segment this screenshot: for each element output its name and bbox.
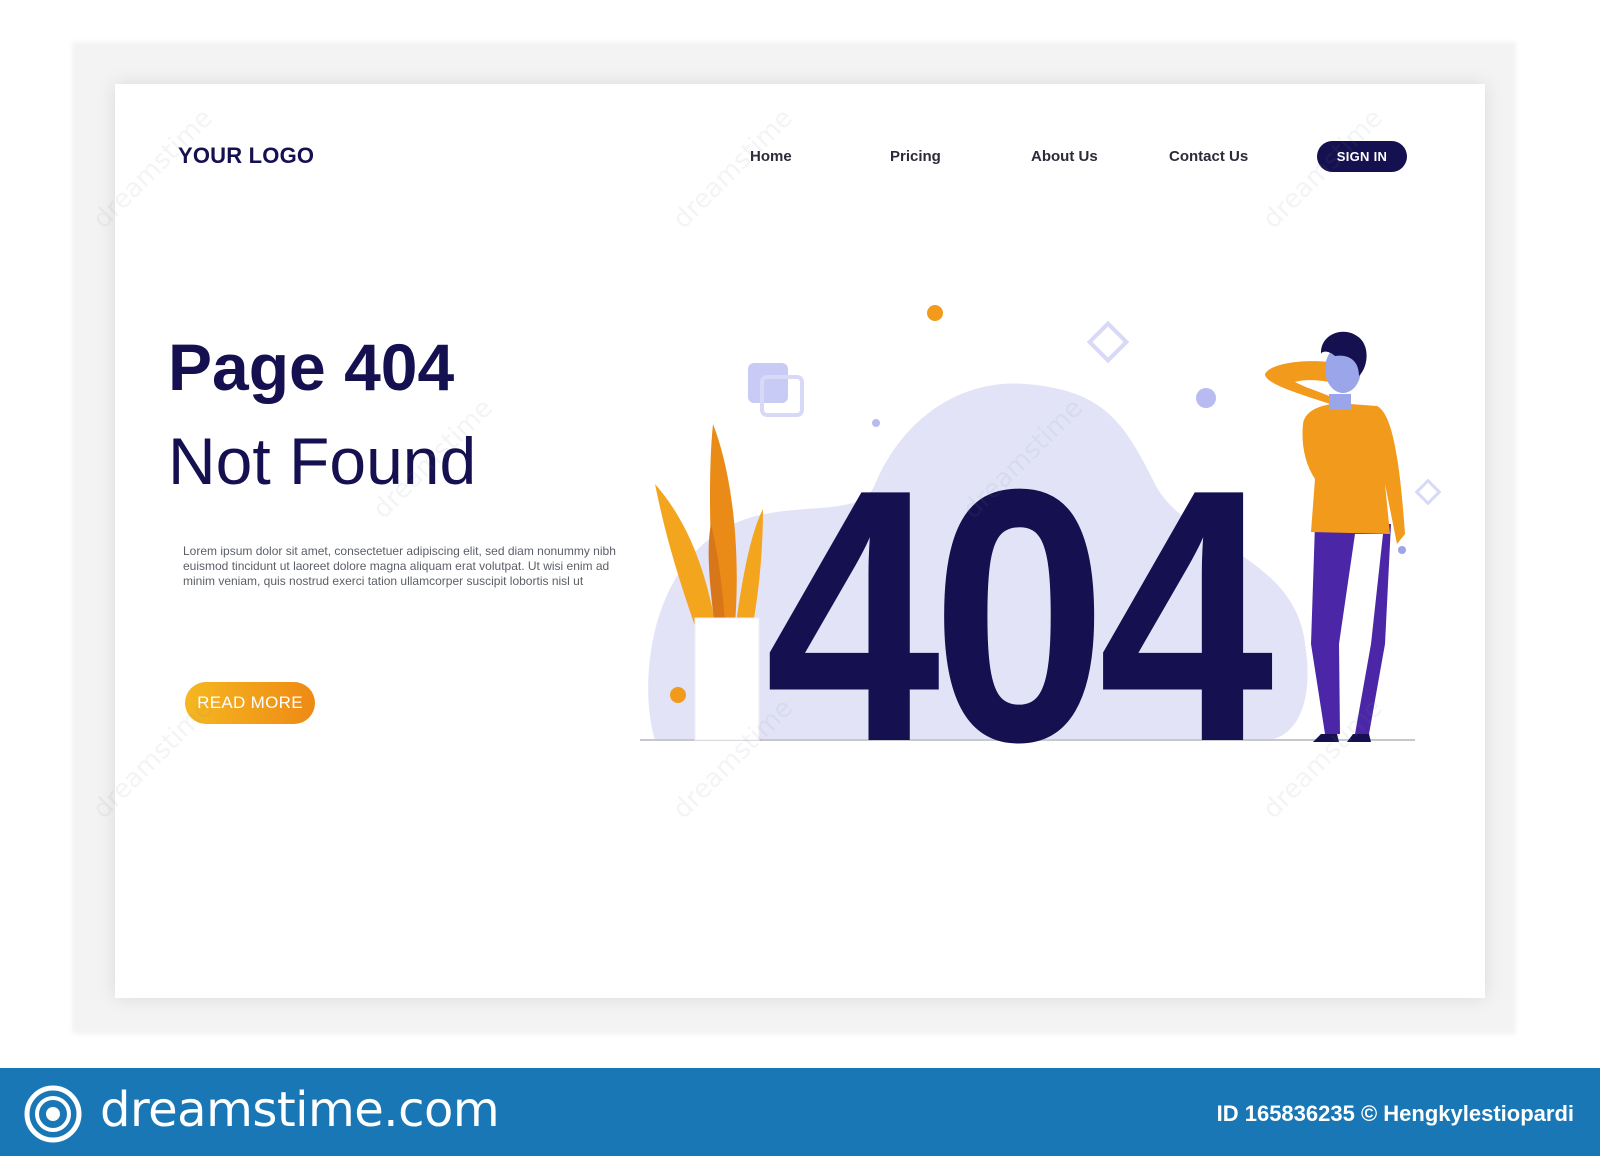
image-credit: ID 165836235 © Hengkylestiopardi	[1216, 1101, 1574, 1126]
diamond-outline-top	[1086, 320, 1130, 364]
error-404-illustration: 404	[640, 305, 1442, 817]
stock-footer-bar: dreamstime.com ID 165836235 © Hengkylest…	[0, 1068, 1600, 1156]
diamond-outline-right	[1414, 478, 1442, 506]
landing-page-card: YOUR LOGO Home Pricing About Us Contact …	[87, 84, 1485, 998]
lavender-dot	[1196, 388, 1216, 408]
orange-dot-left	[670, 687, 686, 703]
square-filled	[748, 363, 788, 403]
dreamstime-wordmark: dreamstime.com	[100, 1082, 500, 1138]
dreamstime-spiral-icon	[24, 1085, 82, 1143]
big-404-text: 404	[765, 415, 1276, 817]
orange-dot-top	[927, 305, 943, 321]
